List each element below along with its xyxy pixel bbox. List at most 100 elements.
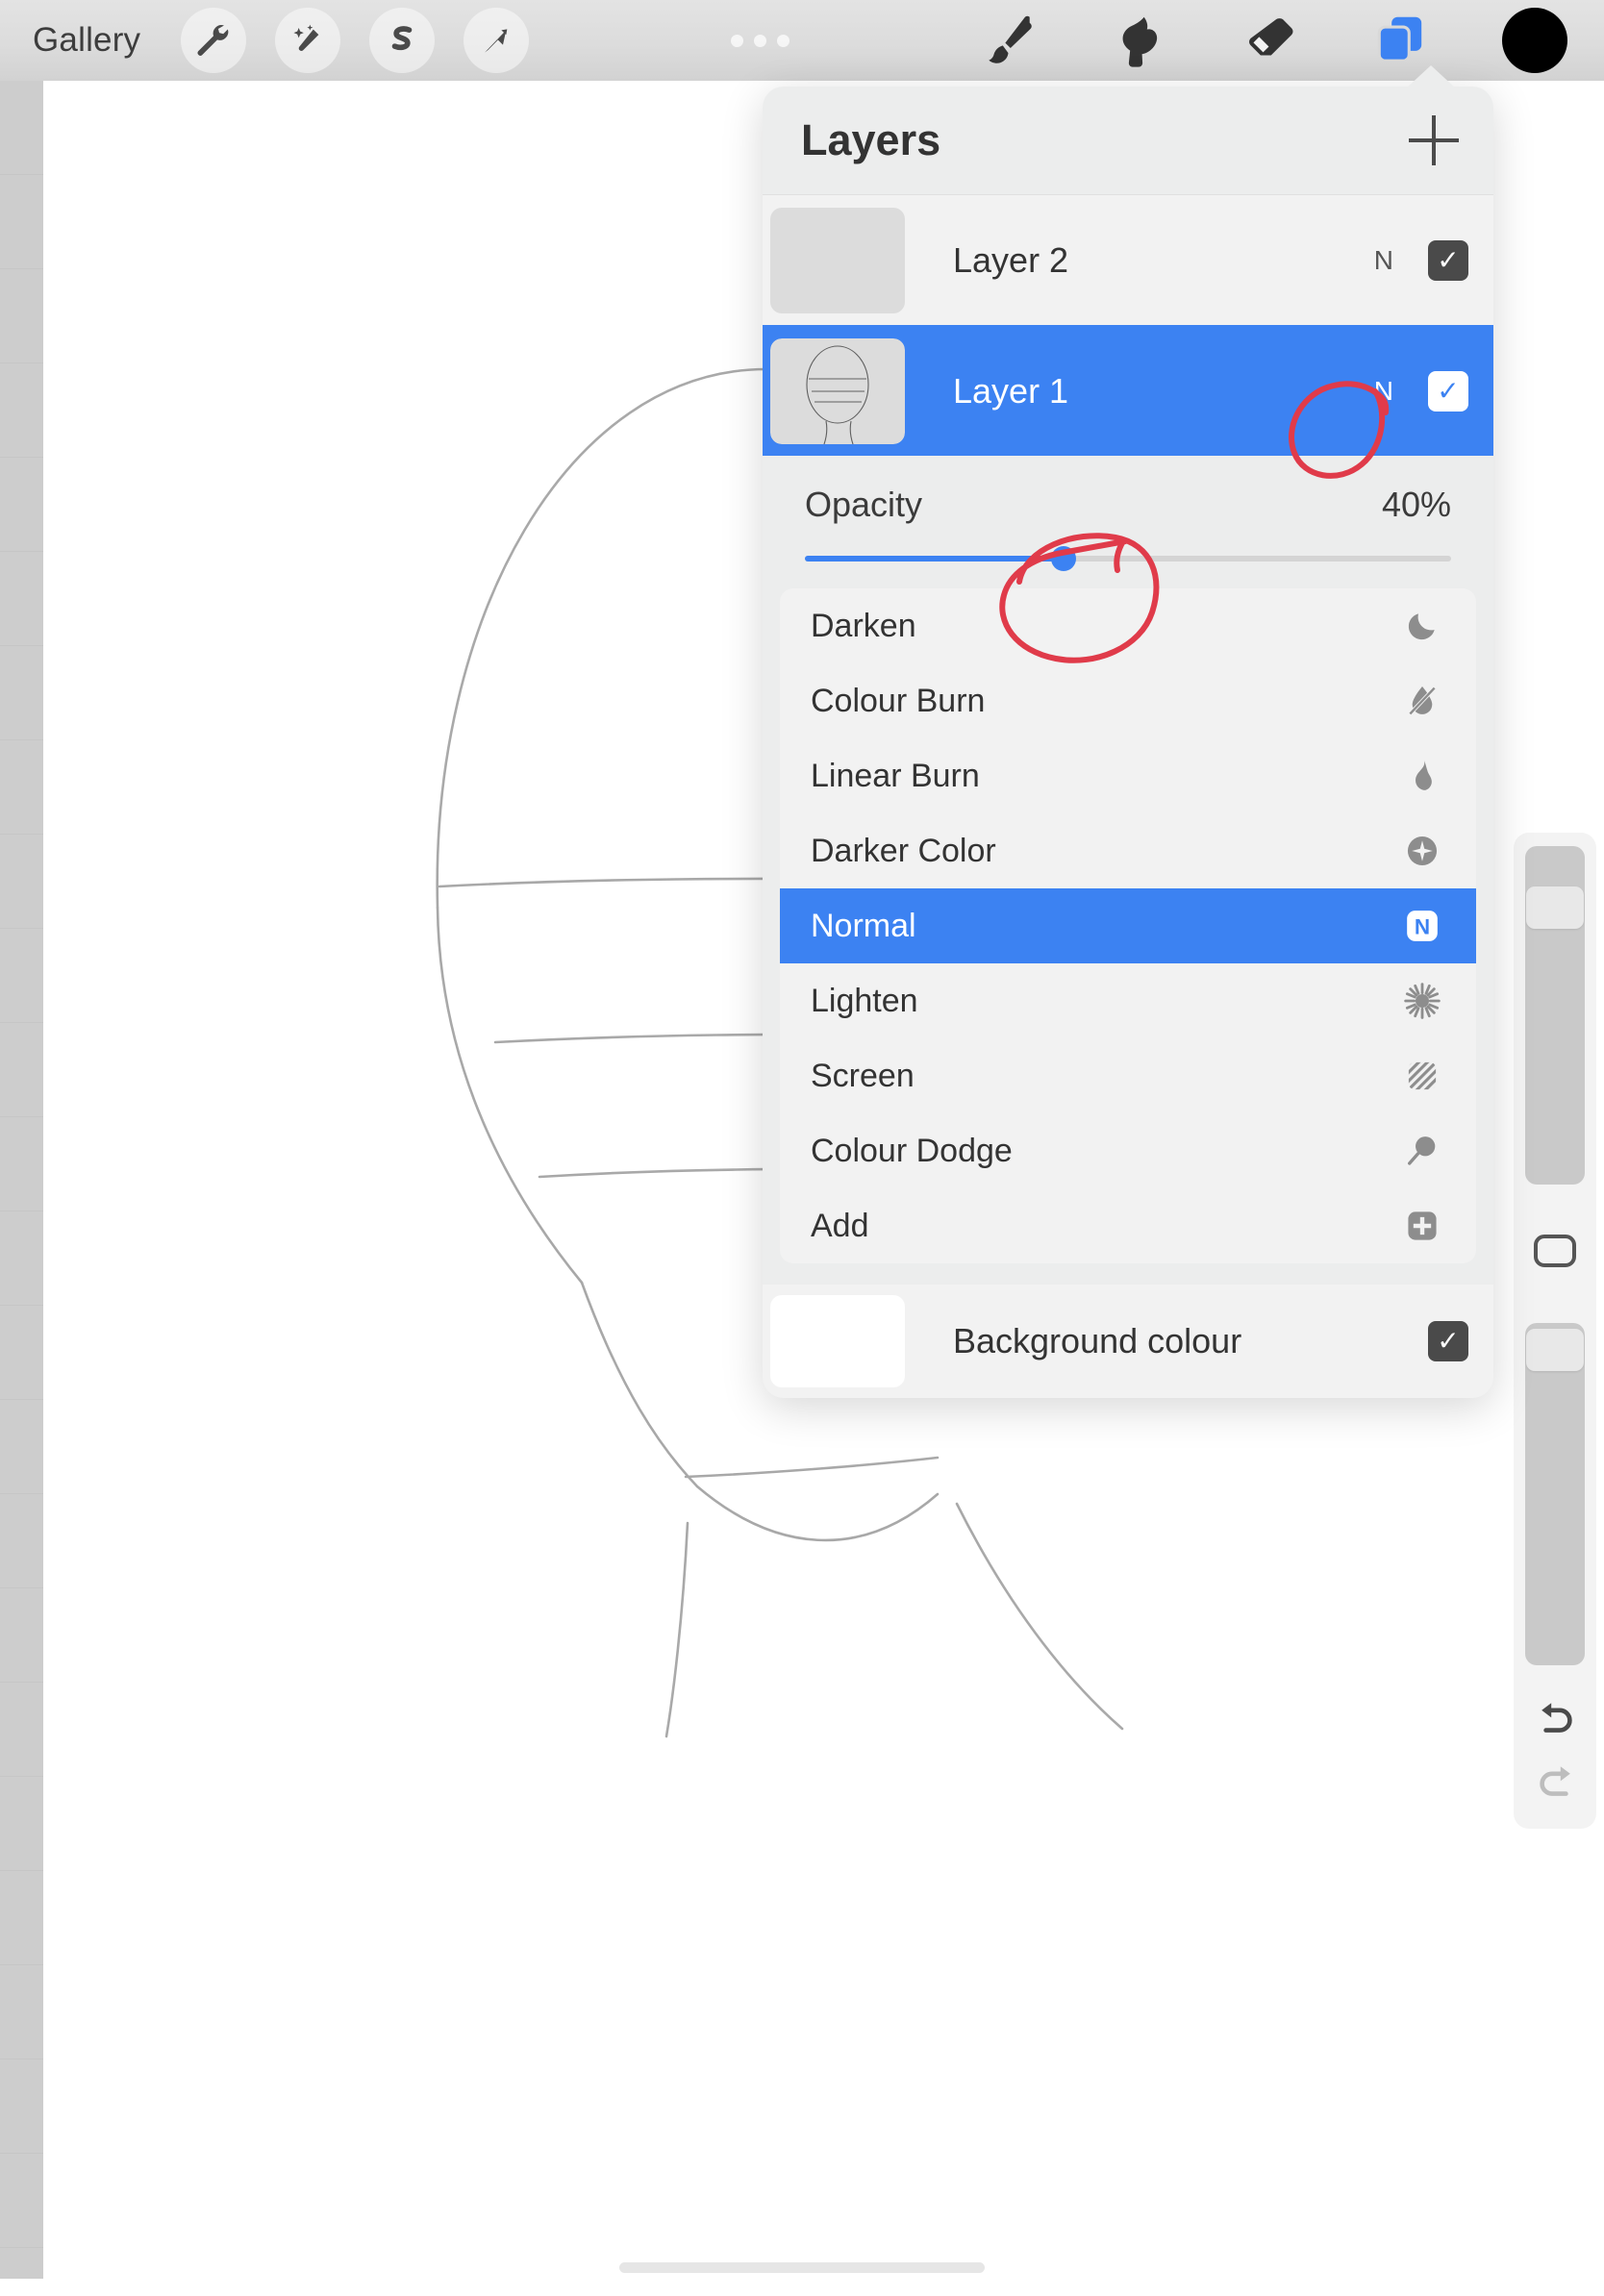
paint-tool-button[interactable] <box>979 11 1039 70</box>
layer-thumbnail[interactable] <box>770 207 905 313</box>
brush-sidebar <box>1514 833 1596 1829</box>
blend-mode-screen[interactable]: Screen <box>780 1038 1476 1113</box>
erase-tool-button[interactable] <box>1241 11 1300 70</box>
square-modify-button[interactable] <box>1534 1235 1576 1267</box>
actions-wrench-button[interactable] <box>181 8 247 73</box>
opacity-slider-fill <box>805 556 1064 562</box>
rail-segment <box>0 1683 43 1777</box>
background-colour-label: Background colour <box>953 1321 1242 1360</box>
layers-tool-button[interactable] <box>1371 11 1431 70</box>
left-edge-rail <box>0 81 43 2279</box>
blend-mode-list: Darken Colour Burn Linear Burn Darker Co… <box>780 588 1476 1263</box>
starburst-icon <box>1401 980 1443 1022</box>
blend-mode-lighten[interactable]: Lighten <box>780 963 1476 1038</box>
dot <box>754 34 767 47</box>
dot <box>777 34 790 47</box>
opacity-control: Opacity 40% <box>763 456 1493 588</box>
blend-mode-normal[interactable]: Normal N <box>780 888 1476 963</box>
blend-mode-linear-burn[interactable]: Linear Burn <box>780 738 1476 813</box>
transform-button[interactable] <box>464 8 530 73</box>
rail-segment <box>0 269 43 363</box>
blend-mode-label: Lighten <box>811 982 918 1019</box>
layer-blend-mode-badge[interactable]: N <box>1374 376 1393 407</box>
brush-opacity-knob[interactable] <box>1526 1329 1584 1371</box>
opacity-slider-knob[interactable] <box>1050 546 1076 571</box>
blend-mode-darker-color[interactable]: Darker Color <box>780 813 1476 888</box>
svg-text:N: N <box>1415 915 1430 939</box>
blend-mode-label: Colour Burn <box>811 682 986 719</box>
popover-pointer <box>1406 65 1456 88</box>
blend-mode-darken[interactable]: Darken <box>780 588 1476 663</box>
rail-segment <box>0 835 43 929</box>
three-dots-icon[interactable] <box>731 34 790 47</box>
add-layer-button[interactable] <box>1409 115 1459 165</box>
n-badge-icon: N <box>1401 905 1443 947</box>
adjustments-button[interactable] <box>275 8 341 73</box>
layer-thumbnail[interactable] <box>764 332 911 450</box>
smudge-tool-button[interactable] <box>1110 11 1169 70</box>
blend-mode-colour-dodge[interactable]: Colour Dodge <box>780 1113 1476 1188</box>
procreate-app-window: Gallery Layers Layer 2 N ✓ Layer 1 N ✓ O… <box>0 0 1604 2296</box>
top-toolbar: Gallery <box>0 0 1604 81</box>
rail-segment <box>0 363 43 458</box>
hatched-square-icon <box>1401 1055 1443 1097</box>
brush-opacity-slider[interactable] <box>1525 1323 1585 1665</box>
rail-segment <box>0 1023 43 1117</box>
magnifier-icon <box>1401 1130 1443 1172</box>
background-visibility-checkbox[interactable]: ✓ <box>1428 1321 1468 1361</box>
brush-size-knob[interactable] <box>1526 886 1584 929</box>
blend-mode-colour-burn[interactable]: Colour Burn <box>780 663 1476 738</box>
blend-mode-label: Colour Dodge <box>811 1132 1013 1169</box>
blend-mode-label: Normal <box>811 907 916 944</box>
layers-stack-icon <box>1377 16 1422 62</box>
rail-segment <box>0 2059 43 2154</box>
background-colour-swatch[interactable] <box>770 1295 905 1387</box>
droplet-slash-icon <box>1401 680 1443 722</box>
opacity-slider[interactable] <box>805 546 1451 571</box>
right-tool-group <box>979 8 1604 73</box>
rail-segment <box>0 1965 43 2059</box>
moon-icon <box>1401 605 1443 647</box>
plus-square-icon <box>1401 1205 1443 1247</box>
background-colour-row[interactable]: Background colour ✓ <box>763 1285 1493 1398</box>
rail-segment <box>0 929 43 1023</box>
gallery-button[interactable]: Gallery <box>33 21 140 60</box>
rail-segment <box>0 1588 43 1683</box>
color-swatch-button[interactable] <box>1502 8 1567 73</box>
rail-segment <box>0 1494 43 1588</box>
layer-visibility-checkbox[interactable]: ✓ <box>1428 239 1468 281</box>
arrow-pointer-icon <box>485 29 508 53</box>
home-indicator[interactable] <box>619 2262 985 2273</box>
plus-circle-icon <box>1401 830 1443 872</box>
opacity-header: Opacity 40% <box>805 485 1451 525</box>
layer-thumbnail-art <box>806 344 869 444</box>
rail-segment <box>0 1306 43 1400</box>
rail-segment <box>0 646 43 740</box>
rail-segment <box>0 1777 43 1871</box>
blend-mode-add[interactable]: Add <box>780 1188 1476 1263</box>
layer-visibility-checkbox[interactable]: ✓ <box>1428 370 1468 412</box>
selection-button[interactable] <box>369 8 436 73</box>
blend-mode-label: Add <box>811 1207 869 1244</box>
rail-segment <box>0 740 43 835</box>
redo-arrow-icon[interactable] <box>1529 1759 1583 1806</box>
undo-arrow-icon[interactable] <box>1529 1696 1583 1742</box>
current-color-dot <box>1502 8 1567 73</box>
magic-wand-icon <box>293 24 319 51</box>
layer-blend-mode-badge[interactable]: N <box>1374 245 1393 276</box>
layers-panel: Layers Layer 2 N ✓ Layer 1 N ✓ Opacity 4… <box>763 87 1493 1398</box>
page-title: Layers <box>801 115 941 164</box>
rail-segment <box>0 1211 43 1306</box>
opacity-label: Opacity <box>805 485 923 524</box>
smudge-finger-icon <box>1122 16 1158 67</box>
layer-name: Layer 1 <box>953 370 1069 411</box>
layer-row[interactable]: Layer 2 N ✓ <box>763 194 1493 325</box>
layers-panel-header: Layers <box>763 87 1493 194</box>
flame-icon <box>1401 755 1443 797</box>
layer-row[interactable]: Layer 1 N ✓ <box>763 325 1493 456</box>
blend-mode-label: Linear Burn <box>811 757 980 794</box>
dot <box>731 34 744 47</box>
brush-size-slider[interactable] <box>1525 846 1585 1185</box>
wrench-icon <box>197 25 229 56</box>
blend-mode-label: Darken <box>811 607 916 644</box>
